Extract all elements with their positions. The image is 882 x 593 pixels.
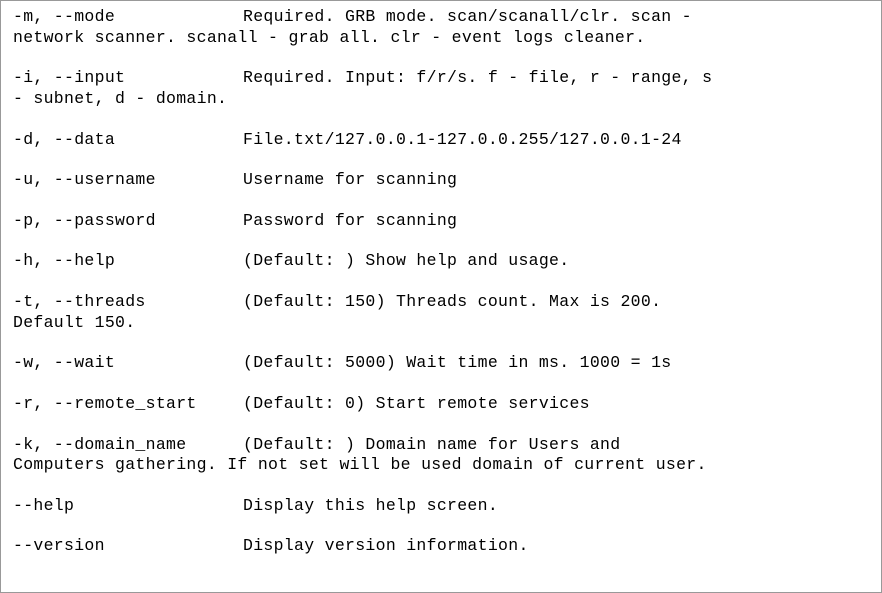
option-password: -p, --passwordPassword for scanning	[13, 211, 869, 232]
option-desc: (Default: 150) Threads count. Max is 200…	[243, 292, 661, 311]
option-wait: -w, --wait(Default: 5000) Wait time in m…	[13, 353, 869, 374]
option-help-long: --helpDisplay this help screen.	[13, 496, 869, 517]
option-flag: -m, --mode	[13, 7, 243, 28]
option-desc: File.txt/127.0.0.1-127.0.0.255/127.0.0.1…	[243, 130, 682, 149]
option-desc: (Default: ) Show help and usage.	[243, 251, 569, 270]
option-desc: Display version information.	[243, 536, 529, 555]
option-version: --versionDisplay version information.	[13, 536, 869, 557]
option-flag: --version	[13, 536, 243, 557]
option-flag: -p, --password	[13, 211, 243, 232]
option-data: -d, --dataFile.txt/127.0.0.1-127.0.0.255…	[13, 130, 869, 151]
option-desc: Required. GRB mode. scan/scanall/clr. sc…	[243, 7, 692, 26]
option-desc: Display this help screen.	[243, 496, 498, 515]
option-username: -u, --usernameUsername for scanning	[13, 170, 869, 191]
option-flag: -r, --remote_start	[13, 394, 243, 415]
option-flag: --help	[13, 496, 243, 517]
option-desc: (Default: ) Domain name for Users and	[243, 435, 620, 454]
option-desc-cont: Default 150.	[13, 313, 869, 334]
option-input: -i, --inputRequired. Input: f/r/s. f - f…	[13, 68, 869, 109]
option-flag: -t, --threads	[13, 292, 243, 313]
option-desc: Required. Input: f/r/s. f - file, r - ra…	[243, 68, 712, 87]
option-desc: (Default: 0) Start remote services	[243, 394, 590, 413]
option-help-short: -h, --help(Default: ) Show help and usag…	[13, 251, 869, 272]
option-desc: Username for scanning	[243, 170, 457, 189]
option-desc: Password for scanning	[243, 211, 457, 230]
option-threads: -t, --threads(Default: 150) Threads coun…	[13, 292, 869, 333]
option-desc-cont: - subnet, d - domain.	[13, 89, 869, 110]
option-remote-start: -r, --remote_start(Default: 0) Start rem…	[13, 394, 869, 415]
option-flag: -u, --username	[13, 170, 243, 191]
option-flag: -d, --data	[13, 130, 243, 151]
option-flag: -k, --domain_name	[13, 435, 243, 456]
option-flag: -h, --help	[13, 251, 243, 272]
option-mode: -m, --modeRequired. GRB mode. scan/scana…	[13, 7, 869, 48]
option-flag: -w, --wait	[13, 353, 243, 374]
option-flag: -i, --input	[13, 68, 243, 89]
option-desc: (Default: 5000) Wait time in ms. 1000 = …	[243, 353, 671, 372]
option-desc-cont: network scanner. scanall - grab all. clr…	[13, 28, 869, 49]
option-domain-name: -k, --domain_name(Default: ) Domain name…	[13, 435, 869, 476]
option-desc-cont: Computers gathering. If not set will be …	[13, 455, 869, 476]
